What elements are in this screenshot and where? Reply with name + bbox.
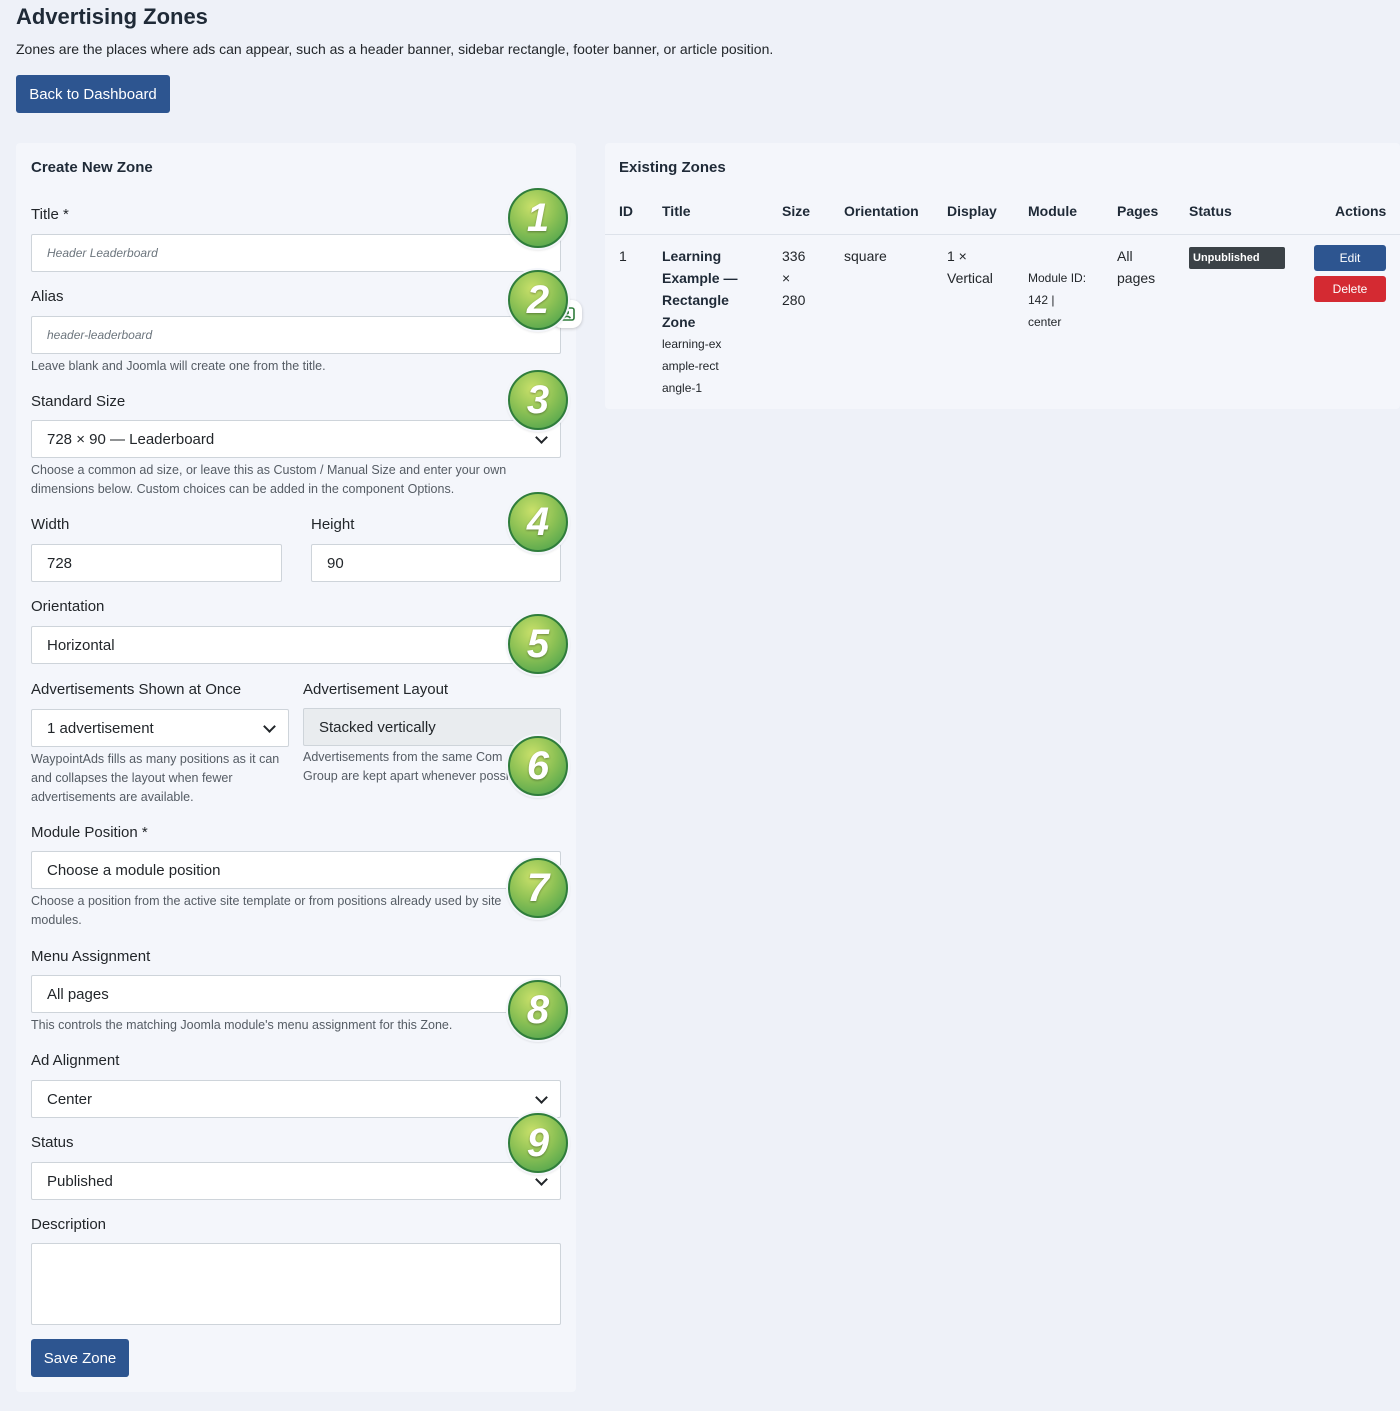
callout-marker-1: 1 [508, 188, 568, 248]
page-title: Advertising Zones [16, 4, 208, 29]
title-label: Title * [31, 206, 69, 223]
callout-marker-7: 7 [508, 858, 568, 918]
create-zone-card: Create New Zone Title * Header Leaderboa… [16, 143, 576, 1392]
zone-alias: learning-example-rectangle-1 [662, 337, 722, 395]
standard-size-hint: Choose a common ad size, or leave this a… [31, 463, 507, 496]
status-select[interactable]: Published [31, 1162, 561, 1200]
zone-pages: All pages [1117, 248, 1156, 286]
menu-assignment-label: Menu Assignment [31, 948, 151, 965]
callout-marker-5: 5 [508, 614, 568, 674]
delete-zone-button[interactable]: Delete [1314, 276, 1386, 302]
column-header-size: Size [782, 203, 811, 219]
ad-alignment-label: Ad Alignment [31, 1052, 120, 1069]
alias-input[interactable]: header-leaderboard [31, 316, 561, 354]
callout-marker-3: 3 [508, 370, 568, 430]
module-position-hint: Choose a position from the active site t… [31, 894, 502, 927]
status-label: Status [31, 1134, 74, 1151]
ad-layout-hint: Advertisements from the same Com Group a… [303, 750, 509, 783]
edit-zone-button[interactable]: Edit [1314, 245, 1386, 271]
width-label: Width [31, 516, 70, 533]
standard-size-label: Standard Size [31, 393, 126, 410]
column-header-pages: Pages [1117, 203, 1159, 219]
ads-shown-value: 1 advertisement [47, 719, 154, 737]
column-header-orientation: Orientation [844, 203, 919, 219]
column-header-display: Display [947, 203, 997, 219]
ads-shown-hint: WaypointAds fills as many positions as i… [31, 752, 280, 804]
zone-id: 1 [619, 248, 627, 264]
page-intro: Zones are the places where ads can appea… [16, 41, 774, 57]
create-zone-heading: Create New Zone [31, 159, 153, 176]
callout-marker-8: 8 [508, 980, 568, 1040]
save-zone-button[interactable]: Save Zone [31, 1339, 129, 1377]
existing-zones-card: Existing Zones ID Title Size Orientation… [605, 143, 1400, 409]
callout-marker-2: 2 [508, 270, 568, 330]
ad-alignment-select[interactable]: Center [31, 1080, 561, 1118]
callout-marker-4: 4 [508, 492, 568, 552]
height-label: Height [311, 516, 355, 533]
ad-alignment-value: Center [47, 1090, 93, 1108]
callout-marker-9: 9 [508, 1113, 568, 1173]
menu-assignment-hint: This controls the matching Joomla module… [31, 1018, 453, 1032]
chevron-down-icon [535, 431, 548, 444]
zone-display: 1 × Vertical [947, 248, 993, 286]
existing-zones-heading: Existing Zones [619, 159, 726, 176]
standard-size-value: 728 × 90 — Leaderboard [47, 430, 215, 448]
width-input[interactable]: 728 [31, 544, 282, 582]
module-position-label: Module Position * [31, 824, 148, 841]
standard-size-select[interactable]: 728 × 90 — Leaderboard [31, 420, 561, 458]
description-label: Description [31, 1216, 107, 1233]
height-input[interactable]: 90 [311, 544, 561, 582]
module-position-select[interactable]: Choose a module position [31, 851, 561, 889]
ads-shown-select[interactable]: 1 advertisement [31, 709, 289, 747]
back-to-dashboard-button[interactable]: Back to Dashboard [16, 75, 170, 113]
chevron-down-icon [535, 1173, 548, 1186]
orientation-select[interactable]: Horizontal [31, 626, 561, 664]
menu-assignment-select[interactable]: All pages [31, 975, 561, 1013]
column-header-module: Module [1028, 203, 1077, 219]
column-header-actions: Actions [1335, 203, 1387, 219]
ad-layout-label: Advertisement Layout [303, 681, 449, 698]
status-value: Published [47, 1172, 113, 1190]
zone-size: 336 × 280 [782, 248, 806, 308]
zone-orientation: square [844, 248, 887, 264]
alias-label: Alias [31, 288, 64, 305]
chevron-down-icon [263, 720, 276, 733]
orientation-label: Orientation [31, 598, 105, 615]
ads-shown-label: Advertisements Shown at Once [31, 681, 242, 698]
table-divider [605, 234, 1400, 235]
chevron-down-icon [535, 1091, 548, 1104]
alias-hint: Leave blank and Joomla will create one f… [31, 359, 326, 373]
zone-module: Module ID: 142 | center [1028, 271, 1087, 329]
description-textarea[interactable] [31, 1243, 561, 1325]
callout-marker-6: 6 [508, 736, 568, 796]
column-header-id: ID [619, 203, 633, 219]
column-header-title: Title [662, 203, 691, 219]
status-badge: Unpublished [1189, 247, 1285, 269]
title-input[interactable]: Header Leaderboard [31, 234, 561, 272]
column-header-status: Status [1189, 203, 1232, 219]
zone-title[interactable]: Learning Example — Rectangle Zone [662, 245, 750, 333]
